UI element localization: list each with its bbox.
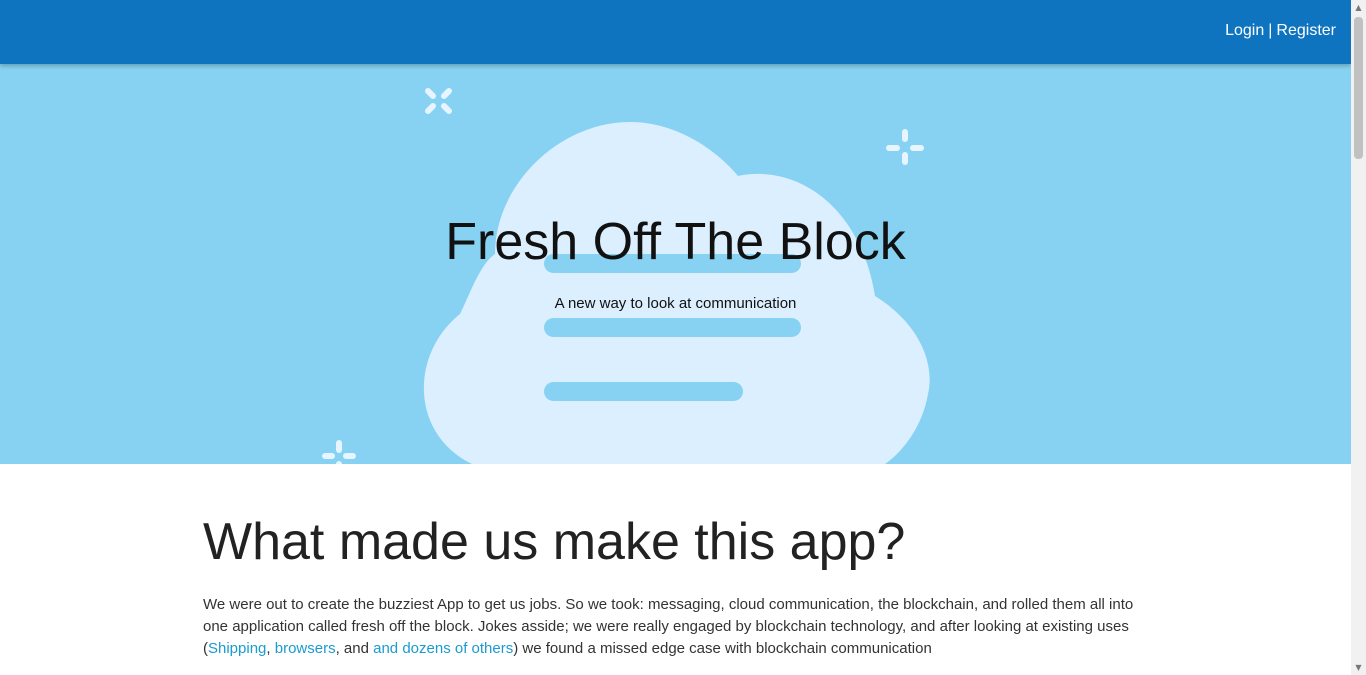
sparkle-icon	[322, 440, 356, 464]
browsers-link[interactable]: browsers	[275, 640, 336, 657]
sparkle-icon	[886, 129, 924, 165]
auth-separator: |	[1268, 22, 1273, 39]
message-line	[544, 318, 801, 337]
about-heading: What made us make this app?	[203, 513, 906, 571]
hero-title: Fresh Off The Block	[445, 213, 906, 271]
hero-subtitle: A new way to look at communication	[554, 295, 797, 312]
hero-banner: Fresh Off The Block A new way to look at…	[0, 64, 1351, 464]
vertical-scrollbar[interactable]: ▲ ▼	[1351, 0, 1366, 675]
sparkle-icon	[425, 88, 452, 114]
auth-links: Login | Register	[1225, 22, 1336, 40]
top-navbar: Login | Register	[0, 0, 1351, 64]
scroll-up-arrow-icon[interactable]: ▲	[1351, 0, 1366, 15]
cloud-illustration	[423, 122, 930, 464]
shipping-link[interactable]: Shipping	[208, 640, 266, 657]
comma-text: ,	[266, 640, 275, 657]
and-text: , and	[335, 640, 374, 657]
others-link[interactable]: and dozens of others	[373, 640, 513, 657]
message-line	[544, 382, 743, 401]
scroll-thumb[interactable]	[1354, 17, 1363, 159]
scroll-down-arrow-icon[interactable]: ▼	[1351, 660, 1366, 675]
page: Login | Register Fresh Off The Block A n…	[0, 0, 1351, 675]
register-link[interactable]: Register	[1276, 22, 1336, 39]
login-link[interactable]: Login	[1225, 22, 1264, 39]
about-paragraph: We were out to create the buzziest App t…	[203, 594, 1153, 660]
about-text-end: ) we found a missed edge case with block…	[513, 640, 932, 657]
